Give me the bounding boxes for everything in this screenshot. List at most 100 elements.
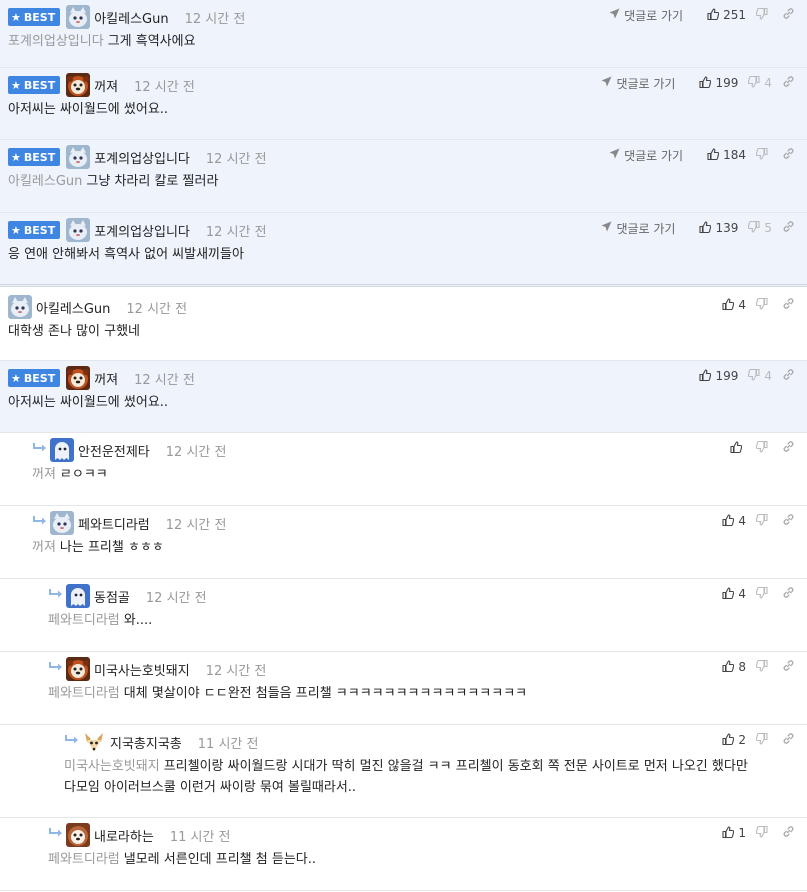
dislike-count: 4 <box>764 369 772 383</box>
dislike-button[interactable]: 4 <box>748 368 772 384</box>
avatar[interactable] <box>50 438 74 462</box>
like-button[interactable]: 199 <box>699 75 738 91</box>
copy-link-button[interactable] <box>782 825 799 841</box>
goto-comment-link[interactable]: 댓글로 가기 <box>601 75 675 92</box>
dislike-button[interactable]: 5 <box>748 220 772 236</box>
goto-comment-link[interactable]: 댓글로 가기 <box>609 147 683 164</box>
author-nickname[interactable]: 아킬레스Gun <box>36 298 110 317</box>
comment-body: 아저씨는 싸이월드에 썼어요.. <box>8 392 799 413</box>
copy-link-button[interactable] <box>782 368 799 384</box>
avatar[interactable] <box>50 511 74 535</box>
dislike-button[interactable] <box>755 7 772 23</box>
dislike-button[interactable] <box>755 659 772 675</box>
thumbs-up-icon <box>699 75 715 91</box>
comment-actions: 댓글로 가기 251 <box>609 6 799 24</box>
like-button[interactable] <box>730 440 746 456</box>
avatar[interactable] <box>66 584 90 608</box>
avatar[interactable] <box>66 823 90 847</box>
thumbs-down-icon <box>755 586 772 602</box>
author-nickname[interactable]: 지국총지국총 <box>110 733 182 752</box>
star-icon: ★ <box>11 371 21 385</box>
avatar[interactable] <box>66 657 90 681</box>
reply-target[interactable]: 페와트디라럼 <box>48 613 120 628</box>
dislike-button[interactable] <box>755 440 772 456</box>
author-nickname[interactable]: 페와트디라럼 <box>78 514 150 533</box>
copy-link-button[interactable] <box>782 297 799 313</box>
reply-target[interactable]: 꺼져 <box>32 540 56 555</box>
like-count: 4 <box>738 298 746 312</box>
copy-link-button[interactable] <box>782 659 799 675</box>
copy-link-button[interactable] <box>782 7 799 23</box>
avatar[interactable] <box>8 295 32 319</box>
like-button[interactable]: 2 <box>722 732 746 748</box>
copy-link-button[interactable] <box>782 586 799 602</box>
like-button[interactable]: 1 <box>722 825 746 841</box>
like-button[interactable]: 8 <box>722 659 746 675</box>
avatar[interactable] <box>66 145 91 169</box>
like-count: 184 <box>723 148 746 162</box>
avatar[interactable] <box>82 730 106 754</box>
author-nickname[interactable]: 아킬레스Gun <box>94 8 168 27</box>
timestamp: 12 시간 전 <box>145 590 207 606</box>
copy-link-button[interactable] <box>782 732 799 748</box>
comment-row: ★ BEST 꺼져 12 시간 전 아저씨는 싸이월드에 썼어요.. 199 4 <box>0 361 807 433</box>
author-nickname[interactable]: 꺼져 <box>94 369 118 388</box>
like-button[interactable]: 4 <box>722 586 746 602</box>
avatar[interactable] <box>66 366 91 390</box>
avatar[interactable] <box>66 5 91 29</box>
timestamp: 12 시간 전 <box>165 517 227 533</box>
reply-target[interactable]: 포계의업상입니다 <box>8 34 104 49</box>
goto-comment-link[interactable]: 댓글로 가기 <box>609 7 683 24</box>
reply-target[interactable]: 꺼져 <box>32 467 56 482</box>
like-button[interactable]: 4 <box>722 297 746 313</box>
comment-header: ★ BEST 꺼져 12 시간 전 <box>8 366 195 390</box>
like-button[interactable]: 4 <box>722 513 746 529</box>
author-nickname[interactable]: 포계의업상입니다 <box>94 221 190 240</box>
goto-comment-label: 댓글로 가기 <box>616 221 676 236</box>
copy-link-button[interactable] <box>782 220 799 236</box>
author-nickname[interactable]: 포계의업상입니다 <box>94 148 190 167</box>
comment-body: 응 연애 안해봐서 흑역사 없어 씨발새끼들아 <box>8 244 799 265</box>
comment-row: ★ BEST 포계의업상입니다 12 시간 전응 연애 안해봐서 흑역사 없어 씨발새… <box>0 213 807 287</box>
dislike-button[interactable] <box>755 297 772 313</box>
star-icon: ★ <box>11 10 21 24</box>
copy-link-button[interactable] <box>782 440 799 456</box>
copy-link-button[interactable] <box>782 75 799 91</box>
goto-comment-link[interactable]: 댓글로 가기 <box>601 220 675 237</box>
like-button[interactable]: 199 <box>699 368 738 384</box>
reply-target[interactable]: 아킬레스Gun <box>8 174 82 189</box>
like-button[interactable]: 139 <box>699 220 738 236</box>
link-icon <box>782 220 799 236</box>
reply-target[interactable]: 페와트디라럼 <box>48 852 120 867</box>
dislike-button[interactable] <box>755 825 772 841</box>
avatar[interactable] <box>66 73 91 97</box>
author-nickname[interactable]: 동점골 <box>94 587 130 606</box>
copy-link-button[interactable] <box>782 513 799 529</box>
dislike-count: 4 <box>764 76 772 90</box>
like-button[interactable]: 251 <box>707 7 746 23</box>
comment-text: 응 연애 안해봐서 흑역사 없어 씨발새끼들아 <box>8 247 244 262</box>
comment-row: ★ BEST 포계의업상입니다 12 시간 전 아킬레스Gun 그냥 차라리 칼로 찔러라… <box>0 140 807 213</box>
goto-comment-label: 댓글로 가기 <box>616 76 676 91</box>
like-button[interactable]: 184 <box>707 147 746 163</box>
dislike-button[interactable] <box>755 147 772 163</box>
author-nickname[interactable]: 안전운전제타 <box>78 441 150 460</box>
author-nickname[interactable]: 내로라하는 <box>94 826 154 845</box>
reply-target[interactable]: 페와트디라럼 <box>48 686 120 701</box>
comment-body: 대학생 존나 많이 구했네 <box>8 321 799 342</box>
like-count: 8 <box>738 660 746 674</box>
avatar[interactable] <box>66 218 91 242</box>
comment-body: 꺼져 나는 프리챌 ㅎㅎㅎ <box>32 537 799 558</box>
thumbs-up-icon <box>730 440 746 456</box>
reply-target[interactable]: 미국사는호빗돼지 <box>64 759 160 774</box>
dislike-button[interactable]: 4 <box>748 75 772 91</box>
author-nickname[interactable]: 미국사는호빗돼지 <box>94 660 190 679</box>
thumbs-down-icon <box>748 220 764 236</box>
dislike-button[interactable] <box>755 513 772 529</box>
dislike-button[interactable] <box>755 586 772 602</box>
dislike-button[interactable] <box>755 732 772 748</box>
copy-link-button[interactable] <box>782 147 799 163</box>
author-nickname[interactable]: 꺼져 <box>94 76 118 95</box>
comment-header: ★ BEST 아킬레스Gun 12 시간 전 <box>8 5 245 29</box>
comment-header: 아킬레스Gun 12 시간 전 <box>8 295 187 319</box>
